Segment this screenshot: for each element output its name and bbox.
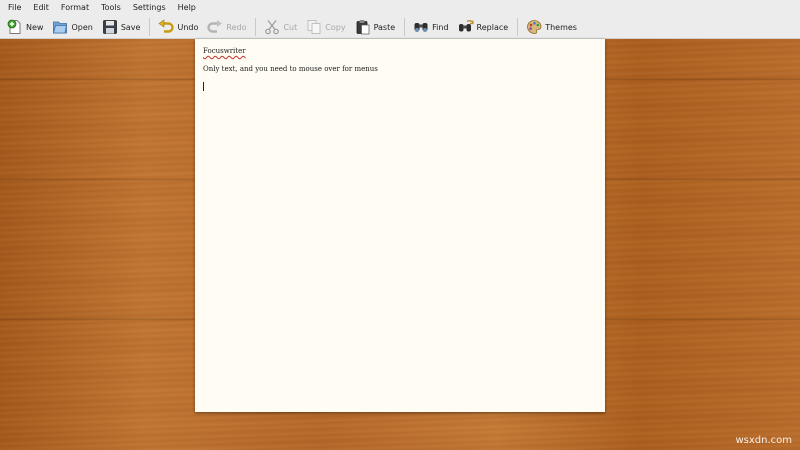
palette-icon xyxy=(527,20,542,34)
document-page[interactable]: Focuswriter Only text, and you need to m… xyxy=(195,39,605,412)
save-disk-icon xyxy=(102,20,117,34)
paste-label: Paste xyxy=(373,22,396,32)
find-label: Find xyxy=(432,22,449,32)
scissors-icon xyxy=(265,20,280,35)
replace-label: Replace xyxy=(476,22,509,32)
watermark-text: wsxdn.com xyxy=(735,435,792,446)
cut-label: Cut xyxy=(283,22,298,32)
replace-button[interactable]: Replace xyxy=(455,17,512,37)
open-folder-icon xyxy=(53,21,68,34)
text-cursor xyxy=(203,82,204,91)
replace-binoculars-icon xyxy=(458,20,474,32)
redo-arrow-icon xyxy=(207,20,223,33)
copy-button[interactable]: Copy xyxy=(303,17,348,37)
menu-file[interactable]: File xyxy=(2,0,27,16)
open-label: Open xyxy=(71,22,93,32)
undo-button[interactable]: Undo xyxy=(155,17,201,37)
undo-arrow-icon xyxy=(158,19,175,33)
menu-help[interactable]: Help xyxy=(172,0,202,16)
redo-button[interactable]: Redo xyxy=(204,17,249,37)
save-label: Save xyxy=(120,22,141,32)
open-button[interactable]: Open xyxy=(49,17,95,37)
copy-label: Copy xyxy=(325,22,346,32)
toolbar-separator xyxy=(149,18,151,36)
new-label: New xyxy=(26,22,44,32)
toolbar: New Open Save Undo Redo Cut Copy Paste F… xyxy=(0,16,800,39)
toolbar-separator xyxy=(255,18,257,36)
menu-edit[interactable]: Edit xyxy=(27,0,55,16)
new-button[interactable]: New xyxy=(4,17,46,37)
paste-button[interactable]: Paste xyxy=(352,17,399,37)
toolbar-separator xyxy=(404,18,406,36)
find-button[interactable]: Find xyxy=(410,17,451,37)
copy-pages-icon xyxy=(307,20,321,34)
themes-button[interactable]: Themes xyxy=(523,17,580,37)
menu-settings[interactable]: Settings xyxy=(127,0,172,16)
themes-label: Themes xyxy=(545,22,577,32)
menu-tools[interactable]: Tools xyxy=(95,0,127,16)
save-button[interactable]: Save xyxy=(99,17,144,37)
document-text-line[interactable]: Only text, and you need to mouse over fo… xyxy=(203,65,378,73)
document-title-line[interactable]: Focuswriter xyxy=(203,47,246,55)
redo-label: Redo xyxy=(226,22,247,32)
paste-clipboard-icon xyxy=(356,20,369,35)
menu-bar: File Edit Format Tools Settings Help xyxy=(0,0,800,16)
binoculars-icon xyxy=(414,23,428,32)
menu-format[interactable]: Format xyxy=(55,0,95,16)
new-document-icon xyxy=(7,19,21,34)
cut-button[interactable]: Cut xyxy=(261,17,300,37)
toolbar-separator xyxy=(517,18,519,36)
undo-label: Undo xyxy=(177,22,199,32)
